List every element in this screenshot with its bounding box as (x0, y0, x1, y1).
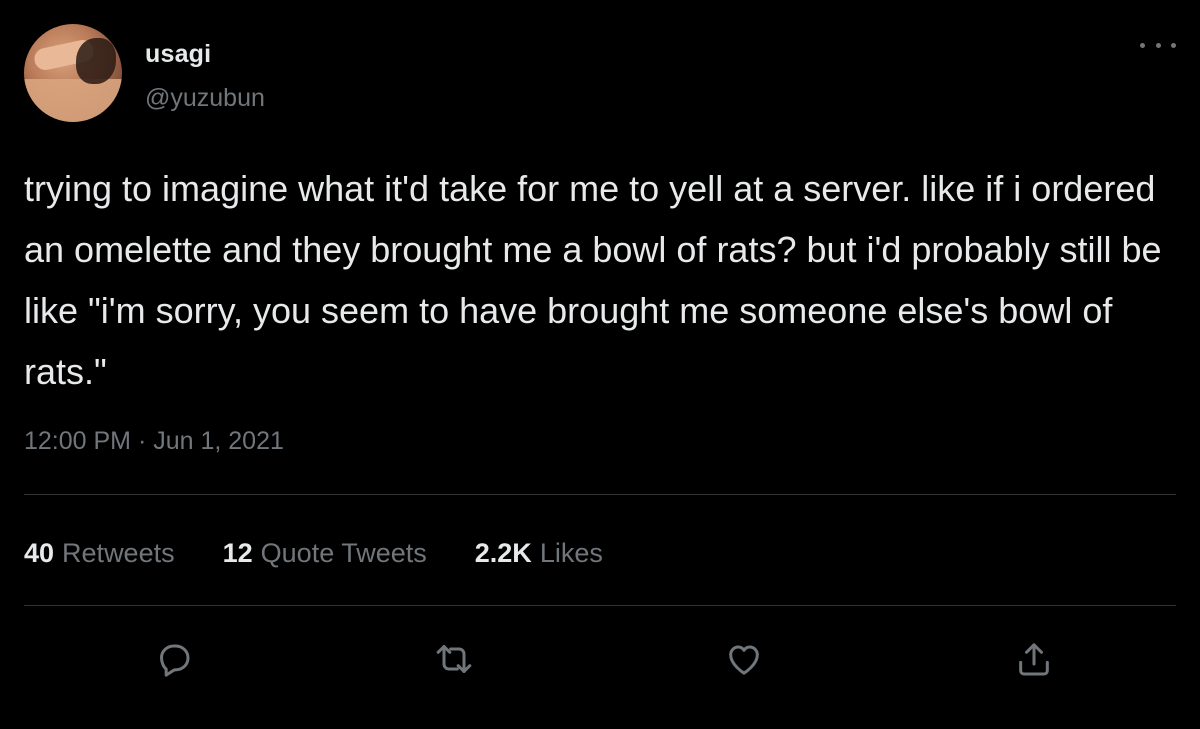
like-button[interactable] (721, 636, 767, 682)
avatar-hair-shape (76, 38, 116, 84)
likes-label: Likes (539, 538, 603, 568)
share-button[interactable] (1011, 636, 1057, 682)
retweets-count: 40 (24, 538, 55, 568)
avatar[interactable] (24, 24, 122, 122)
retweets-label: Retweets (62, 538, 175, 568)
more-dot (1155, 42, 1161, 48)
more-dot (1171, 42, 1176, 48)
retweets-stat[interactable]: 40 Retweets (24, 538, 175, 569)
tweet-card: usagi @yuzubun trying to imagine what it… (0, 0, 1200, 729)
likes-stat[interactable]: 2.2K Likes (475, 538, 603, 569)
heart-icon (729, 645, 759, 675)
retweet-button[interactable] (431, 636, 477, 682)
more-dot (1140, 42, 1145, 48)
more-options-icon[interactable] (1140, 38, 1176, 52)
action-bar (0, 636, 1200, 682)
divider (24, 494, 1176, 495)
tweet-stats: 40 Retweets 12 Quote Tweets 2.2K Likes (24, 538, 651, 569)
author-handle[interactable]: @yuzubun (145, 84, 265, 113)
share-icon (1019, 643, 1049, 676)
divider (24, 605, 1176, 606)
author-display-name[interactable]: usagi (145, 40, 211, 69)
avatar-shirt-shape (24, 79, 122, 122)
quote-tweets-count: 12 (222, 538, 253, 568)
tweet-timestamp[interactable]: 12:00 PM · Jun 1, 2021 (24, 427, 284, 456)
likes-count: 2.2K (474, 538, 532, 568)
reply-icon (160, 644, 190, 677)
quote-tweets-label: Quote Tweets (260, 538, 427, 568)
tweet-text: trying to imagine what it'd take for me … (24, 168, 1172, 392)
quote-tweets-stat[interactable]: 12 Quote Tweets (223, 538, 427, 569)
retweet-icon (436, 645, 472, 673)
reply-button[interactable] (151, 636, 197, 682)
